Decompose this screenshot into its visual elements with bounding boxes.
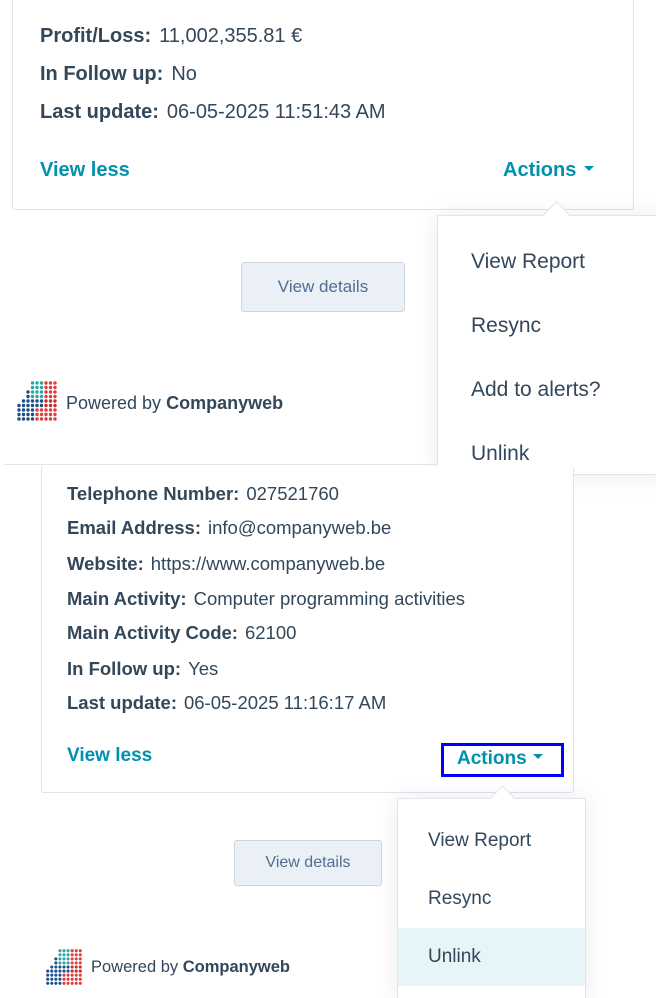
field-label: Telephone Number: bbox=[67, 483, 240, 504]
field-value: 06-05-2025 11:16:17 AM bbox=[183, 692, 387, 713]
bottom-actions-menu: View Report Resync Unlink bbox=[397, 798, 586, 998]
powered-by-text: Powered by Companyweb bbox=[66, 392, 283, 414]
field-label: Email Address: bbox=[67, 517, 201, 538]
top-actions-menu: View Report Resync Add to alerts? Unlink bbox=[437, 215, 656, 475]
actions-label: Actions bbox=[457, 748, 527, 769]
last-update-field: Last update: 06-05-2025 11:51:43 AM bbox=[40, 100, 386, 124]
field-value: 11,002,355.81 € bbox=[159, 25, 303, 47]
companyweb-logo-icon bbox=[45, 948, 83, 991]
chevron-down-icon bbox=[532, 754, 543, 760]
field-value: 027521760 bbox=[246, 483, 339, 504]
actions-dropdown-button[interactable]: Actions bbox=[441, 743, 564, 777]
main-activity-field: Main Activity: Computer programming activ… bbox=[67, 588, 465, 610]
view-details-button[interactable]: View details bbox=[234, 840, 382, 886]
website-field: Website: https://www.companyweb.be bbox=[67, 553, 385, 575]
view-less-link[interactable]: View less bbox=[67, 745, 152, 767]
telephone-field: Telephone Number: 027521760 bbox=[67, 483, 339, 505]
actions-dropdown-button[interactable]: Actions bbox=[503, 158, 595, 182]
profit-loss-field: Profit/Loss: 11,002,355.81 € bbox=[40, 24, 302, 48]
field-value: 62100 bbox=[244, 622, 297, 643]
field-label: Main Activity: bbox=[67, 588, 187, 609]
in-follow-up-field: In Follow up: Yes bbox=[67, 658, 218, 680]
field-label: Website: bbox=[67, 553, 144, 574]
powered-by-text: Powered by Companyweb bbox=[91, 957, 290, 977]
field-value: https://www.companyweb.be bbox=[150, 553, 386, 574]
field-label: In Follow up: bbox=[67, 658, 182, 679]
chevron-down-icon bbox=[584, 166, 595, 172]
field-value: 06-05-2025 11:51:43 AM bbox=[166, 101, 386, 123]
companyweb-brand: Companyweb bbox=[182, 958, 291, 976]
field-value: Computer programming activities bbox=[193, 588, 466, 609]
menu-item-add-to-alerts[interactable]: Add to alerts? bbox=[438, 376, 656, 404]
menu-item-unlink[interactable]: Unlink bbox=[438, 440, 656, 468]
field-label: Last update: bbox=[67, 692, 177, 713]
field-value: info@companyweb.be bbox=[208, 517, 392, 538]
field-label: Profit/Loss: bbox=[40, 25, 152, 47]
field-value: Yes bbox=[188, 658, 219, 679]
field-label: In Follow up: bbox=[40, 63, 164, 85]
section-divider bbox=[4, 464, 436, 465]
menu-item-resync[interactable]: Resync bbox=[438, 312, 656, 340]
powered-by-prefix: Powered by bbox=[91, 958, 179, 976]
menu-item-unlink[interactable]: Unlink bbox=[398, 928, 585, 986]
powered-by-prefix: Powered by bbox=[66, 393, 162, 413]
in-follow-up-field: In Follow up: No bbox=[40, 62, 197, 86]
email-field: Email Address: info@companyweb.be bbox=[67, 517, 391, 539]
companyweb-brand: Companyweb bbox=[166, 393, 284, 413]
view-details-button[interactable]: View details bbox=[241, 262, 405, 312]
view-less-link[interactable]: View less bbox=[40, 158, 130, 182]
main-activity-code-field: Main Activity Code: 62100 bbox=[67, 622, 296, 644]
menu-item-view-report[interactable]: View Report bbox=[438, 248, 656, 276]
menu-item-view-report[interactable]: View Report bbox=[398, 827, 585, 855]
field-value: No bbox=[171, 63, 197, 85]
field-label: Main Activity Code: bbox=[67, 622, 238, 643]
companyweb-logo-icon bbox=[16, 380, 58, 427]
last-update-field: Last update: 06-05-2025 11:16:17 AM bbox=[67, 692, 386, 714]
field-label: Last update: bbox=[40, 101, 159, 123]
actions-label: Actions bbox=[503, 159, 577, 181]
menu-item-resync[interactable]: Resync bbox=[398, 885, 585, 913]
